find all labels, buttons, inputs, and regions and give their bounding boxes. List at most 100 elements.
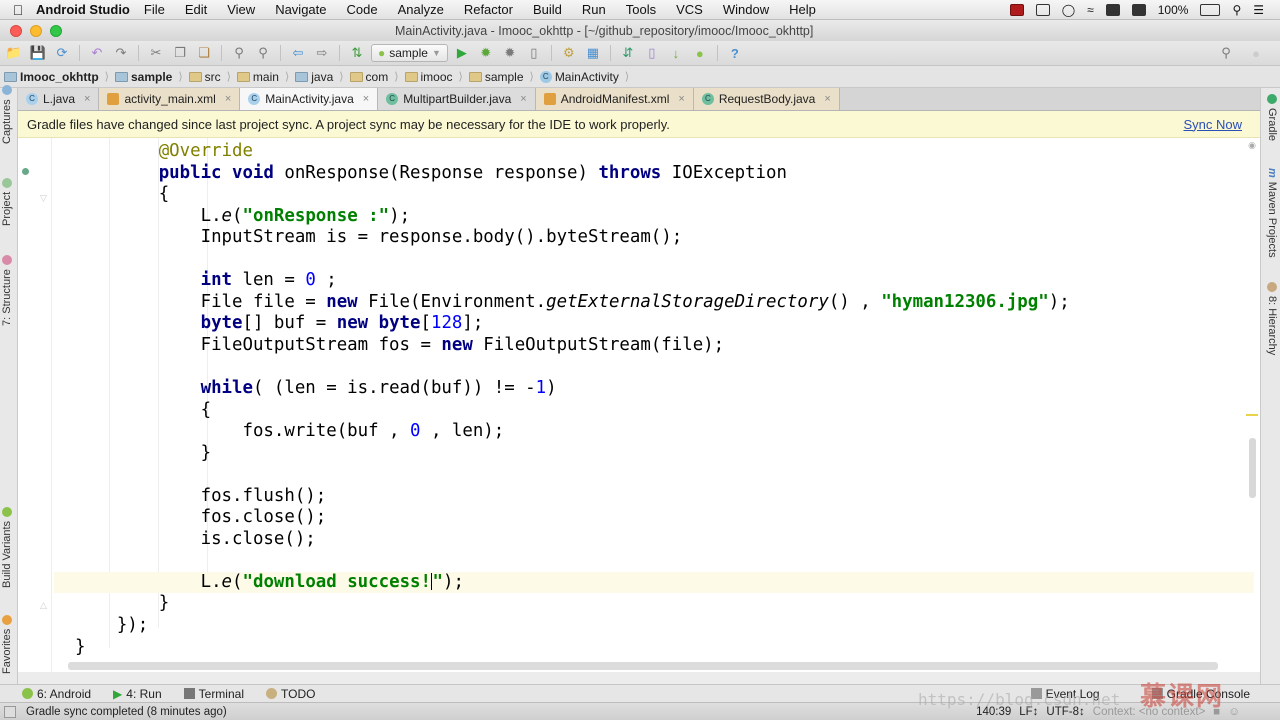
tool-window-build-variants[interactable]: Build Variants [1,506,13,588]
hector-icon[interactable]: ☺ [1228,706,1240,718]
project-structure-icon[interactable]: ⚙ [559,43,579,63]
tool-window-structure[interactable]: 7: Structure [1,255,13,326]
undo-icon[interactable]: ↶ [87,43,107,63]
spotlight-icon[interactable]: ⚲ [1232,3,1241,17]
menu-window[interactable]: Window [723,2,769,17]
menu-file[interactable]: File [144,2,165,17]
menu-tools[interactable]: Tools [626,2,656,17]
sync-app-icon[interactable] [1131,3,1146,16]
tool-window-project[interactable]: Project [1,177,13,226]
make-project-icon[interactable]: ⇅ [347,43,367,63]
tool-window-terminal[interactable]: Terminal [183,687,244,701]
search-everywhere-icon[interactable]: ⚲ [1216,43,1236,63]
zoom-window-button[interactable] [50,24,62,37]
window-switch-icon[interactable] [1035,3,1050,16]
attach-debugger-icon[interactable]: ✹ [500,43,520,63]
menu-navigate[interactable]: Navigate [275,2,326,17]
tab-activity-main-xml[interactable]: activity_main.xml × [99,88,241,110]
notification-center-icon[interactable]: ☰ [1253,3,1264,17]
menu-build[interactable]: Build [533,2,562,17]
paste-icon[interactable]: ❏ [194,43,214,63]
help-icon[interactable]: ? [725,43,745,63]
close-tab-icon[interactable]: × [678,93,684,105]
breadcrumb-com[interactable]: com [349,70,395,84]
close-tab-icon[interactable]: × [363,93,369,105]
minimize-window-button[interactable] [30,24,42,37]
tool-window-hierarchy[interactable]: 8: Hierarchy [1266,282,1278,355]
sync-now-link[interactable]: Sync Now [1183,117,1242,132]
android-device-monitor-icon[interactable]: ● [690,43,710,63]
tab-multipart-builder-java[interactable]: C MultipartBuilder.java × [378,88,536,110]
tab-main-activity-java[interactable]: C MainActivity.java × [240,88,379,110]
tab-android-manifest-xml[interactable]: AndroidManifest.xml × [535,88,694,110]
vertical-scrollbar[interactable] [1249,438,1256,498]
close-tab-icon[interactable]: × [520,93,526,105]
sync-icon[interactable]: ⟳ [52,43,72,63]
menu-refactor[interactable]: Refactor [464,2,513,17]
breadcrumb-sample[interactable]: sample [468,70,530,84]
copy-icon[interactable]: ❐ [170,43,190,63]
avd-manager-icon[interactable]: ▯ [642,43,662,63]
override-marker-icon[interactable] [22,168,29,175]
user-icon[interactable]: ● [1246,43,1266,63]
apple-icon[interactable]:  [0,2,36,18]
close-tab-icon[interactable]: × [225,93,231,105]
device-icon[interactable]: ▯ [524,43,544,63]
menu-vcs[interactable]: VCS [676,2,703,17]
back-icon[interactable]: ⇦ [288,43,308,63]
layout-inspector-icon[interactable]: ▦ [583,43,603,63]
tab-l-java[interactable]: C L.java × [18,88,100,110]
tool-window-favorites[interactable]: Favorites [1,614,13,674]
fold-marker-icon[interactable]: ▽ [40,193,47,204]
close-window-button[interactable] [10,24,22,37]
battery-icon[interactable] [1200,3,1221,16]
sdk-manager-icon[interactable]: ↓ [666,43,686,63]
recording-icon[interactable] [1009,3,1024,16]
tool-window-maven[interactable]: m Maven Projects [1266,168,1278,258]
menu-edit[interactable]: Edit [185,2,207,17]
menu-code[interactable]: Code [347,2,378,17]
cut-icon[interactable]: ✂ [146,43,166,63]
warning-stripe-marker[interactable] [1246,414,1258,416]
code-content[interactable]: @Override public void onResponse(Respons… [54,138,1254,672]
wifi-icon[interactable]: ≈ [1087,3,1094,17]
run-icon[interactable]: ▶ [452,43,472,63]
app-menu[interactable]: Android Studio [36,2,130,17]
breadcrumb-main[interactable]: main [236,70,285,84]
menu-analyze[interactable]: Analyze [398,2,444,17]
breadcrumb-module[interactable]: sample [114,70,178,84]
save-icon[interactable]: 💾 [28,43,48,63]
menu-view[interactable]: View [227,2,255,17]
menu-run[interactable]: Run [582,2,606,17]
breadcrumb-java[interactable]: java [295,70,339,84]
code-line: L.e("onResponse :"); [54,206,1254,228]
gradle-sync-icon[interactable]: ⇵ [618,43,638,63]
breadcrumb-class[interactable]: C MainActivity [539,70,625,84]
tool-window-captures[interactable]: Captures [1,85,13,144]
replace-icon[interactable]: ⚲ [253,43,273,63]
run-configuration-select[interactable]: ● sample ▼ [371,44,448,62]
close-tab-icon[interactable]: × [824,93,830,105]
menu-help[interactable]: Help [789,2,816,17]
redo-icon[interactable]: ↷ [111,43,131,63]
close-tab-icon[interactable]: × [84,93,90,105]
tab-request-body-java[interactable]: C RequestBody.java × [693,88,840,110]
breadcrumb-imooc[interactable]: imooc [404,70,459,84]
forward-icon[interactable]: ⇨ [312,43,332,63]
tool-window-todo[interactable]: TODO [266,687,315,701]
tool-window-run[interactable]: ▶ 4: Run [113,687,162,701]
find-icon[interactable]: ⚲ [229,43,249,63]
open-folder-icon[interactable]: 📁 [4,43,24,63]
fold-marker-icon[interactable]: △ [40,600,47,611]
tool-window-android[interactable]: 6: Android [22,687,91,701]
search-globe-icon[interactable]: ◯ [1062,3,1075,17]
inspection-status-icon[interactable]: ◉ [1248,140,1256,151]
tool-window-gradle[interactable]: Gradle [1266,94,1278,141]
debug-icon[interactable]: ✹ [476,43,496,63]
breadcrumb-src[interactable]: src [188,70,227,84]
breadcrumb-project[interactable]: Imooc_okhttp [4,70,105,84]
toggle-tool-windows-icon[interactable] [4,705,16,718]
code-editor[interactable]: ▽ △ @Override public void onResponse(Res… [18,138,1260,672]
display-icon[interactable] [1105,3,1120,16]
horizontal-scrollbar[interactable] [68,662,1218,670]
